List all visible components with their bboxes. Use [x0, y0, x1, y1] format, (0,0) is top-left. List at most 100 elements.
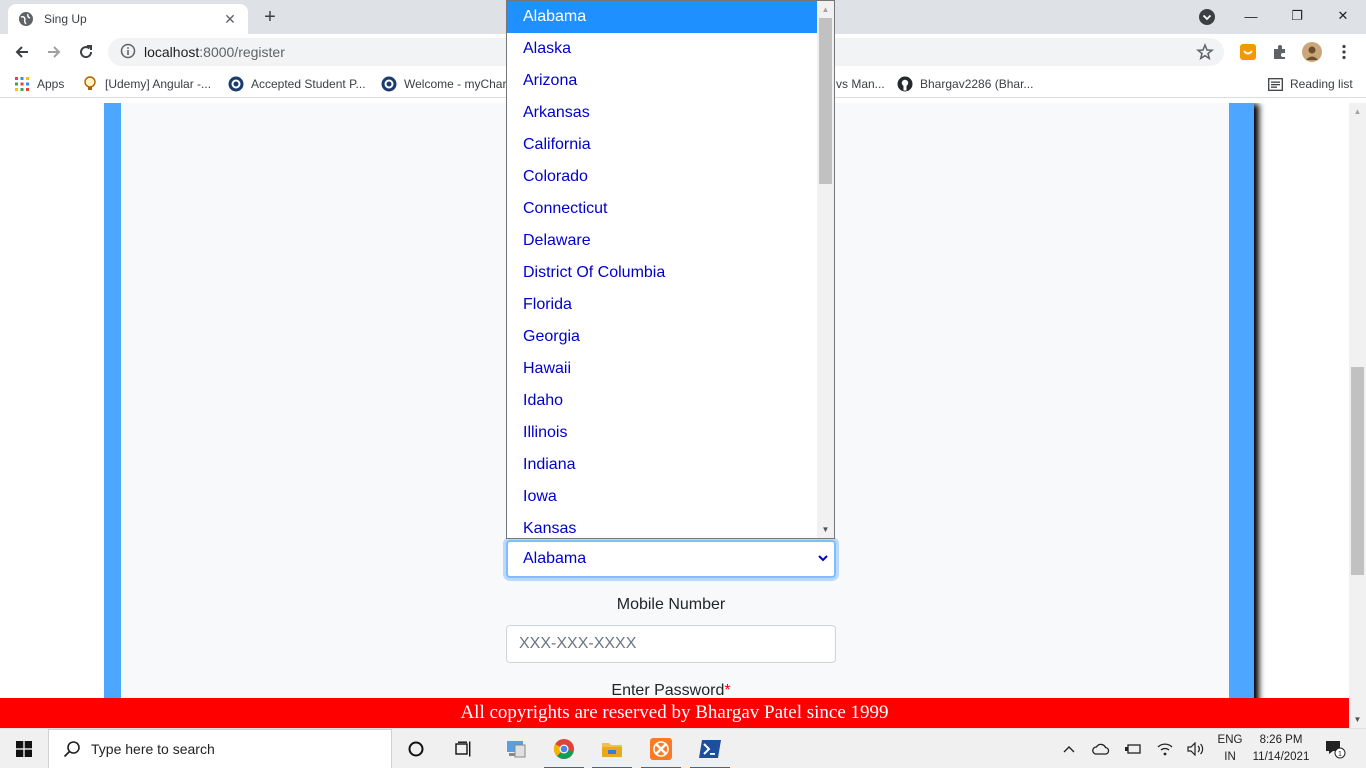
onedrive-cloud-icon[interactable]: [1090, 729, 1112, 768]
state-option[interactable]: Hawaii: [507, 353, 818, 385]
state-option[interactable]: California: [507, 129, 818, 161]
powershell-icon: [699, 740, 721, 758]
taskbar-app-pc[interactable]: [492, 729, 540, 768]
dropdown-scrollbar-thumb[interactable]: [819, 18, 832, 184]
state-option[interactable]: Indiana: [507, 449, 818, 481]
action-center-button[interactable]: 1: [1320, 729, 1350, 768]
cortana-button[interactable]: [392, 729, 440, 768]
reload-icon: [80, 45, 93, 59]
state-option[interactable]: Connecticut: [507, 193, 818, 225]
wifi-icon[interactable]: [1154, 729, 1176, 768]
windows-taskbar: Type here to search ENG IN 8:26 PM 11/14…: [0, 728, 1366, 768]
chevron-down-icon: [816, 551, 830, 565]
battery-icon[interactable]: [1122, 729, 1144, 768]
puzzle-icon[interactable]: [1270, 42, 1290, 62]
dropdown-scrollbar[interactable]: ▲ ▼: [817, 1, 834, 538]
scroll-down-arrow-icon[interactable]: ▼: [1349, 711, 1366, 728]
region-code: IN: [1224, 751, 1236, 763]
cortana-circle-icon: [408, 741, 424, 757]
tab-search-icon[interactable]: [1198, 8, 1216, 26]
volume-icon[interactable]: [1185, 729, 1207, 768]
computer-icon: [507, 741, 526, 758]
scrollbar-thumb[interactable]: [1351, 367, 1364, 575]
state-option[interactable]: Alaska: [507, 33, 818, 65]
mobile-number-input[interactable]: [506, 625, 836, 663]
state-select[interactable]: Alabama: [506, 540, 836, 578]
mobile-number-label: Mobile Number: [616, 596, 726, 613]
taskbar-chrome[interactable]: [540, 729, 588, 768]
bookmark-star-icon[interactable]: [1196, 42, 1214, 61]
clock-time: 8:26 PM: [1259, 734, 1303, 746]
state-option[interactable]: Idaho: [507, 385, 818, 417]
seal-icon: [381, 76, 397, 92]
bulb-icon: [82, 76, 98, 92]
new-tab-button[interactable]: +: [258, 6, 282, 28]
url-text: localhost:8000/register: [144, 44, 285, 60]
start-button[interactable]: [0, 729, 48, 768]
back-button[interactable]: [8, 38, 36, 66]
avatar[interactable]: [1302, 42, 1322, 62]
required-mark: *: [724, 682, 731, 699]
state-option[interactable]: Colorado: [507, 161, 818, 193]
bookmark-mycharlotte[interactable]: Welcome - myChar: [381, 75, 506, 93]
state-option[interactable]: Arkansas: [507, 97, 818, 129]
bookmark-udemy[interactable]: [Udemy] Angular -...: [82, 75, 211, 93]
scroll-down-arrow-icon[interactable]: ▼: [817, 521, 834, 538]
bookmark-github[interactable]: Bhargav2286 (Bhar...: [897, 75, 1033, 93]
state-option[interactable]: Alabama: [507, 1, 818, 33]
arrow-right-icon: [48, 46, 61, 58]
state-dropdown-list[interactable]: Alabama Alaska Arizona Arkansas Californ…: [506, 0, 835, 539]
close-tab-icon[interactable]: ✕: [222, 11, 238, 27]
taskbar-file-explorer[interactable]: [588, 729, 636, 768]
bookmark-label: Reading list: [1290, 77, 1353, 91]
minimize-button[interactable]: —: [1228, 0, 1274, 32]
bookmark-accepted-student[interactable]: Accepted Student P...: [228, 75, 366, 93]
state-option[interactable]: Florida: [507, 289, 818, 321]
url-path: :8000/register: [199, 44, 285, 60]
password-label-text: Enter Password: [611, 682, 725, 699]
tab-sign-up[interactable]: Sing Up ✕: [8, 4, 248, 34]
state-option[interactable]: Arizona: [507, 65, 818, 97]
state-option[interactable]: Iowa: [507, 481, 818, 513]
close-window-button[interactable]: ✕: [1320, 0, 1366, 32]
taskbar-powershell[interactable]: [686, 729, 734, 768]
scroll-up-arrow-icon[interactable]: ▲: [1349, 103, 1366, 120]
extension-icon[interactable]: [1238, 42, 1258, 62]
bookmark-label: Accepted Student P...: [251, 77, 366, 91]
taskbar-clock[interactable]: 8:26 PM 11/14/2021: [1248, 732, 1314, 766]
input-language-indicator[interactable]: ENG IN: [1214, 732, 1246, 766]
state-option[interactable]: Kansas: [507, 513, 818, 538]
clock-date: 11/14/2021: [1252, 751, 1310, 763]
notification-count: 1: [1338, 751, 1342, 758]
more-vert-icon[interactable]: [1334, 42, 1354, 62]
state-option[interactable]: Georgia: [507, 321, 818, 353]
taskbar-xampp[interactable]: [637, 729, 685, 768]
state-option[interactable]: District Of Columbia: [507, 257, 818, 289]
state-select-value: Alabama: [523, 550, 587, 567]
apps-grid-icon: [14, 76, 30, 92]
state-option[interactable]: Illinois: [507, 417, 818, 449]
xampp-icon: [650, 738, 672, 760]
scroll-up-arrow-icon[interactable]: ▲: [817, 1, 834, 18]
bookmark-apps[interactable]: Apps: [14, 75, 64, 93]
restore-button[interactable]: ❐: [1274, 0, 1320, 32]
taskbar-search-box[interactable]: Type here to search: [48, 729, 392, 768]
language-code: ENG: [1217, 734, 1243, 746]
arrow-left-icon: [15, 46, 28, 58]
folder-icon: [602, 743, 622, 757]
task-view-button[interactable]: [440, 729, 488, 768]
reload-button[interactable]: [72, 38, 100, 66]
show-hidden-icons-chevron-icon[interactable]: [1058, 729, 1080, 768]
bookmark-vs-man[interactable]: vs Man...: [836, 75, 885, 93]
info-icon[interactable]: [120, 43, 136, 62]
task-view-icon: [455, 741, 471, 757]
bookmark-label: vs Man...: [836, 77, 885, 91]
state-option[interactable]: Delaware: [507, 225, 818, 257]
reading-list[interactable]: Reading list: [1267, 75, 1353, 93]
forward-button[interactable]: [40, 38, 68, 66]
windows-logo-icon: [16, 741, 32, 757]
page-scrollbar[interactable]: ▲ ▼: [1349, 103, 1366, 728]
url-host: localhost: [144, 44, 200, 60]
github-icon: [897, 76, 913, 92]
chrome-icon: [553, 739, 574, 759]
